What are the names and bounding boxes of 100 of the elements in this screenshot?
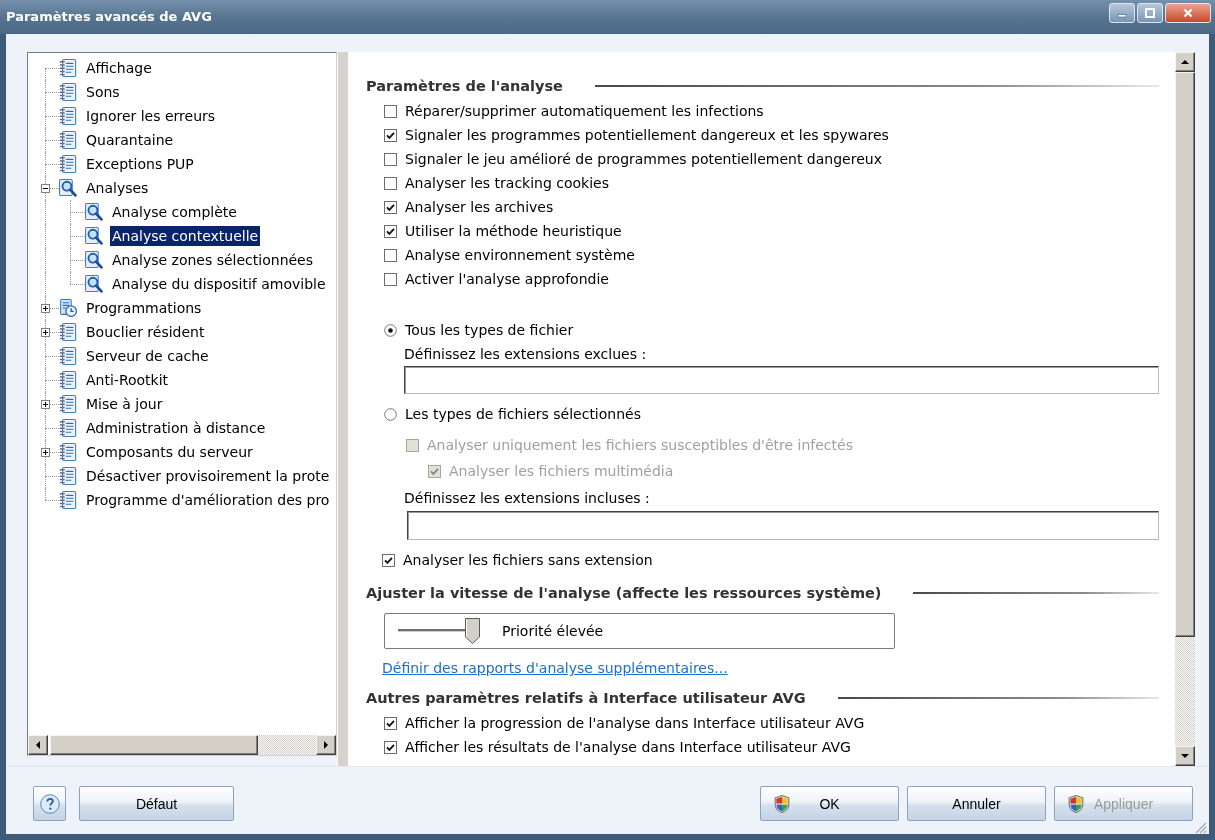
notepad-icon: [59, 347, 77, 365]
minimize-button[interactable]: [1109, 3, 1135, 23]
dialog-button[interactable]: Annuler: [907, 786, 1046, 821]
option-label: Analyser les tracking cookies: [405, 174, 610, 192]
shield-icon: [774, 794, 790, 813]
expand-icon[interactable]: [41, 328, 50, 337]
notepad-icon: [59, 131, 77, 149]
option-label: Analyser les fichiers multimédia: [449, 462, 674, 480]
option-label: Afficher la progression de l'analyse dans Interface utilisateur AVG: [405, 714, 865, 732]
notepad-icon: [59, 83, 77, 101]
tree-item[interactable]: Programmations: [84, 298, 204, 318]
checkbox[interactable]: [384, 740, 397, 754]
tree-item[interactable]: Sons: [84, 82, 122, 102]
tree-item[interactable]: Programme d'amélioration des pro: [84, 490, 332, 510]
document-clock-icon: [59, 299, 77, 317]
notepad-icon: [59, 467, 77, 485]
tree-item[interactable]: Ignorer les erreurs: [84, 106, 218, 126]
option-label: Activer l'analyse approfondie: [405, 270, 609, 288]
tree-item[interactable]: Administration à distance: [84, 418, 268, 438]
expand-icon[interactable]: [41, 304, 50, 313]
section-heading: Paramètres de l'analyse: [366, 77, 563, 96]
tree-item[interactable]: Affichage: [84, 58, 154, 78]
tree-item[interactable]: Serveur de cache: [84, 346, 211, 366]
close-button[interactable]: [1165, 3, 1211, 23]
option-label: Signaler le jeu amélioré de programmes potentiellement dangereux: [405, 150, 882, 168]
document-magnifier-icon: [85, 275, 103, 293]
help-button[interactable]: [33, 786, 66, 821]
checkbox[interactable]: [384, 716, 397, 730]
notepad-icon: [59, 155, 77, 173]
extensions-field[interactable]: [407, 511, 1159, 540]
scroll-left-button[interactable]: [28, 735, 48, 755]
notepad-icon: [59, 419, 77, 437]
expand-icon[interactable]: [41, 448, 50, 457]
tree-item[interactable]: Anti-Rootkit: [84, 370, 171, 390]
window-title: Paramètres avancés de AVG: [6, 8, 212, 26]
field-label: Définissez les extensions incluses :: [404, 489, 651, 508]
option-label: Réparer/supprimer automatiquement les infections: [405, 102, 764, 120]
expand-icon[interactable]: [41, 400, 50, 409]
tree-item[interactable]: Analyse contextuelle: [110, 226, 261, 246]
tree-item[interactable]: Désactiver provisoirement la prote: [84, 466, 332, 486]
maximize-button[interactable]: [1137, 3, 1163, 23]
document-magnifier-icon: [85, 251, 103, 269]
tree-item[interactable]: Analyse zones sélectionnées: [110, 250, 316, 270]
scroll-right-button[interactable]: [316, 735, 336, 755]
tree-item[interactable]: Mise à jour: [84, 394, 165, 414]
option-label: Analyse environnement système: [405, 246, 635, 264]
report-link[interactable]: Définir des rapports d'analyse supplémentaires...: [382, 658, 728, 678]
document-magnifier-icon: [59, 179, 77, 197]
option-label: Afficher les résultats de l'analyse dans Interface utilisateur AVG: [405, 738, 851, 756]
close-icon: [1183, 8, 1193, 18]
checkbox[interactable]: [384, 224, 397, 238]
checkbox[interactable]: [384, 128, 397, 142]
collapse-icon[interactable]: [41, 184, 50, 193]
notepad-icon: [59, 395, 77, 413]
field-label: Définissez les extensions exclues :: [404, 345, 648, 364]
document-magnifier-icon: [85, 227, 103, 245]
checkbox[interactable]: [384, 104, 397, 118]
option-label: Analyser uniquement les fichiers susceptibles d'être infectés: [427, 436, 853, 454]
checkbox[interactable]: [384, 200, 397, 214]
checkbox[interactable]: [384, 272, 397, 286]
checkbox[interactable]: [382, 553, 395, 567]
scroll-up-button[interactable]: [1175, 52, 1195, 72]
resize-grip-icon[interactable]: [1195, 822, 1207, 834]
radio-button[interactable]: [384, 323, 397, 337]
scroll-down-button[interactable]: [1175, 746, 1195, 766]
notepad-icon: [59, 371, 77, 389]
scrollbar-thumb[interactable]: [50, 735, 258, 755]
notepad-icon: [59, 443, 77, 461]
shield-button[interactable]: OK: [760, 786, 899, 821]
maximize-icon: [1145, 8, 1155, 18]
up-arrow-icon: [1181, 60, 1189, 64]
radio-button[interactable]: [384, 407, 397, 421]
tree-item[interactable]: Analyse du dispositif amovible: [110, 274, 328, 294]
notepad-icon: [59, 107, 77, 125]
notepad-icon: [59, 491, 77, 509]
dialog-button[interactable]: Défaut: [79, 786, 234, 821]
checkbox[interactable]: [384, 176, 397, 190]
slider-thumb[interactable]: [465, 618, 480, 644]
section-heading: Ajuster la vitesse de l'analyse (affecte les ressources système): [366, 584, 882, 603]
tree-item[interactable]: Quarantaine: [84, 130, 176, 150]
tree-item[interactable]: Analyse complète: [110, 202, 239, 222]
option-label: Signaler les programmes potentiellement dangereux et les spywares: [405, 126, 889, 144]
checkbox[interactable]: [384, 152, 397, 166]
left-arrow-icon: [36, 741, 40, 749]
tree-item[interactable]: Composants du serveur: [84, 442, 255, 462]
down-arrow-icon: [1181, 754, 1189, 758]
extensions-field[interactable]: [404, 366, 1159, 394]
scrollbar-thumb[interactable]: [1175, 72, 1195, 637]
option-label: Les types de fichiers sélectionnés: [405, 405, 641, 423]
tree-item[interactable]: Exceptions PUP: [84, 154, 196, 174]
slider-reading: Priorité élevée: [502, 623, 604, 639]
tree-item[interactable]: Analyses: [84, 178, 151, 198]
checkbox[interactable]: [384, 248, 397, 262]
option-label: Utiliser la méthode heuristique: [405, 222, 622, 240]
shield-icon: [1068, 794, 1084, 813]
tree-item[interactable]: Bouclier résident: [84, 322, 207, 342]
notepad-icon: [59, 323, 77, 341]
section-heading: Autres paramètres relatifs à Interface utilisateur AVG: [366, 689, 806, 708]
document-magnifier-icon: [85, 203, 103, 221]
help-icon: [39, 793, 60, 814]
